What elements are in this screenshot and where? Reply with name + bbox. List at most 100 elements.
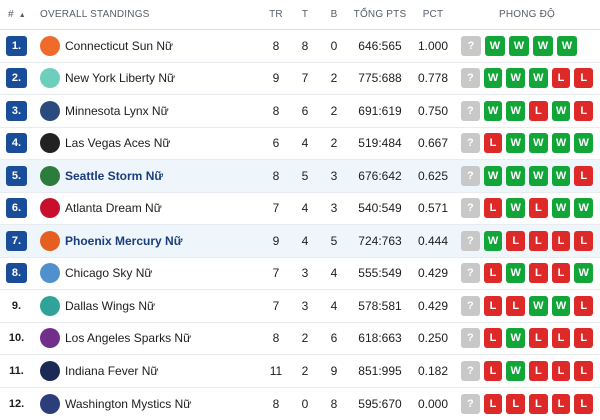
standings-row[interactable]: 4. Las Vegas Aces Nữ 6 4 2 519:484 0.667… bbox=[0, 128, 600, 160]
loss-badge[interactable]: L bbox=[506, 393, 526, 414]
loss-badge[interactable]: L bbox=[574, 68, 594, 89]
standings-row[interactable]: 11. Indiana Fever Nữ 11 2 9 851:995 0.18… bbox=[0, 355, 600, 388]
upcoming-match-badge[interactable]: ? bbox=[461, 360, 480, 381]
team-name[interactable]: Indiana Fever Nữ bbox=[65, 364, 158, 378]
loss-badge[interactable]: L bbox=[574, 295, 594, 316]
win-badge[interactable]: W bbox=[506, 100, 526, 121]
standings-row[interactable]: 6. Atlanta Dream Nữ 7 4 3 540:549 0.571 … bbox=[0, 193, 600, 225]
loss-badge[interactable]: L bbox=[483, 263, 503, 284]
standings-row[interactable]: 3. Minnesota Lynx Nữ 8 6 2 691:619 0.750… bbox=[0, 95, 600, 128]
team-name[interactable]: Atlanta Dream Nữ bbox=[65, 201, 162, 215]
team-cell[interactable]: Connecticut Sun Nữ bbox=[40, 35, 173, 56]
upcoming-match-badge[interactable]: ? bbox=[461, 230, 480, 251]
loss-badge[interactable]: L bbox=[529, 198, 548, 219]
standings-row[interactable]: 2. New York Liberty Nữ 9 7 2 775:688 0.7… bbox=[0, 63, 600, 95]
win-badge[interactable]: W bbox=[509, 35, 529, 56]
standings-row[interactable]: 9. Dallas Wings Nữ 7 3 4 578:581 0.429 ?… bbox=[0, 290, 600, 323]
team-name[interactable]: Phoenix Mercury Nữ bbox=[65, 234, 182, 248]
loss-badge[interactable]: L bbox=[529, 328, 548, 349]
team-name[interactable]: Minnesota Lynx Nữ bbox=[65, 104, 169, 118]
loss-badge[interactable]: L bbox=[483, 133, 503, 154]
win-badge[interactable]: W bbox=[574, 263, 594, 284]
win-badge[interactable]: W bbox=[485, 35, 505, 56]
header-total-points[interactable]: TỔNG PTS bbox=[348, 9, 412, 20]
win-badge[interactable]: W bbox=[483, 68, 503, 89]
loss-badge[interactable]: L bbox=[574, 328, 594, 349]
team-cell[interactable]: Indiana Fever Nữ bbox=[40, 360, 158, 381]
win-badge[interactable]: W bbox=[483, 100, 503, 121]
win-badge[interactable]: W bbox=[551, 133, 571, 154]
win-badge[interactable]: W bbox=[506, 133, 526, 154]
win-badge[interactable]: W bbox=[506, 360, 526, 381]
loss-badge[interactable]: L bbox=[529, 360, 548, 381]
team-cell[interactable]: Washington Mystics Nữ bbox=[40, 393, 191, 414]
win-badge[interactable]: W bbox=[506, 198, 526, 219]
loss-badge[interactable]: L bbox=[574, 230, 594, 251]
loss-badge[interactable]: L bbox=[529, 263, 548, 284]
team-cell[interactable]: Dallas Wings Nữ bbox=[40, 295, 155, 316]
loss-badge[interactable]: L bbox=[506, 230, 526, 251]
win-badge[interactable]: W bbox=[506, 68, 526, 89]
upcoming-match-badge[interactable]: ? bbox=[461, 35, 481, 56]
team-name[interactable]: Las Vegas Aces Nữ bbox=[65, 136, 170, 150]
team-name[interactable]: Washington Mystics Nữ bbox=[65, 397, 191, 411]
loss-badge[interactable]: L bbox=[551, 68, 571, 89]
team-cell[interactable]: Las Vegas Aces Nữ bbox=[40, 133, 170, 154]
upcoming-match-badge[interactable]: ? bbox=[461, 328, 480, 349]
upcoming-match-badge[interactable]: ? bbox=[461, 393, 480, 414]
standings-row[interactable]: 10. Los Angeles Sparks Nữ 8 2 6 618:663 … bbox=[0, 323, 600, 355]
team-cell[interactable]: New York Liberty Nữ bbox=[40, 68, 175, 89]
loss-badge[interactable]: L bbox=[551, 328, 571, 349]
loss-badge[interactable]: L bbox=[551, 393, 571, 414]
standings-row[interactable]: 7. Phoenix Mercury Nữ 9 4 5 724:763 0.44… bbox=[0, 225, 600, 258]
standings-row[interactable]: 8. Chicago Sky Nữ 7 3 4 555:549 0.429 ? L… bbox=[0, 258, 600, 290]
team-cell[interactable]: Minnesota Lynx Nữ bbox=[40, 100, 169, 121]
team-name[interactable]: Los Angeles Sparks Nữ bbox=[65, 331, 191, 345]
team-cell[interactable]: Chicago Sky Nữ bbox=[40, 263, 152, 284]
win-badge[interactable]: W bbox=[483, 165, 503, 186]
loss-badge[interactable]: L bbox=[529, 393, 548, 414]
win-badge[interactable]: W bbox=[551, 100, 571, 121]
upcoming-match-badge[interactable]: ? bbox=[461, 263, 480, 284]
team-name[interactable]: New York Liberty Nữ bbox=[65, 71, 175, 85]
team-cell[interactable]: Seattle Storm Nữ bbox=[40, 165, 163, 186]
team-name[interactable]: Dallas Wings Nữ bbox=[65, 299, 155, 313]
team-name[interactable]: Chicago Sky Nữ bbox=[65, 266, 152, 280]
loss-badge[interactable]: L bbox=[551, 263, 571, 284]
header-wins[interactable]: T bbox=[292, 9, 318, 20]
upcoming-match-badge[interactable]: ? bbox=[461, 68, 480, 89]
loss-badge[interactable]: L bbox=[506, 295, 526, 316]
loss-badge[interactable]: L bbox=[483, 295, 503, 316]
upcoming-match-badge[interactable]: ? bbox=[461, 133, 480, 154]
team-cell[interactable]: Atlanta Dream Nữ bbox=[40, 198, 162, 219]
win-badge[interactable]: W bbox=[557, 35, 577, 56]
win-badge[interactable]: W bbox=[551, 198, 571, 219]
upcoming-match-badge[interactable]: ? bbox=[461, 295, 480, 316]
team-cell[interactable]: Phoenix Mercury Nữ bbox=[40, 230, 182, 251]
win-badge[interactable]: W bbox=[529, 295, 548, 316]
win-badge[interactable]: W bbox=[506, 328, 526, 349]
win-badge[interactable]: W bbox=[483, 230, 503, 251]
standings-row[interactable]: 1. Connecticut Sun Nữ 8 8 0 646:565 1.00… bbox=[0, 30, 600, 63]
loss-badge[interactable]: L bbox=[551, 230, 571, 251]
loss-badge[interactable]: L bbox=[574, 393, 594, 414]
team-name[interactable]: Seattle Storm Nữ bbox=[65, 169, 163, 183]
standings-row[interactable]: 12. Washington Mystics Nữ 8 0 8 595:670 … bbox=[0, 388, 600, 420]
loss-badge[interactable]: L bbox=[529, 230, 548, 251]
win-badge[interactable]: W bbox=[574, 133, 594, 154]
loss-badge[interactable]: L bbox=[551, 360, 571, 381]
win-badge[interactable]: W bbox=[533, 35, 553, 56]
win-badge[interactable]: W bbox=[506, 263, 526, 284]
win-badge[interactable]: W bbox=[551, 295, 571, 316]
loss-badge[interactable]: L bbox=[574, 360, 594, 381]
win-badge[interactable]: W bbox=[574, 198, 594, 219]
header-losses[interactable]: B bbox=[321, 9, 347, 20]
loss-badge[interactable]: L bbox=[483, 360, 503, 381]
win-badge[interactable]: W bbox=[506, 165, 526, 186]
loss-badge[interactable]: L bbox=[574, 165, 594, 186]
upcoming-match-badge[interactable]: ? bbox=[461, 100, 480, 121]
loss-badge[interactable]: L bbox=[483, 198, 503, 219]
loss-badge[interactable]: L bbox=[483, 393, 503, 414]
loss-badge[interactable]: L bbox=[483, 328, 503, 349]
header-rank[interactable]: # ▲ bbox=[8, 9, 30, 20]
